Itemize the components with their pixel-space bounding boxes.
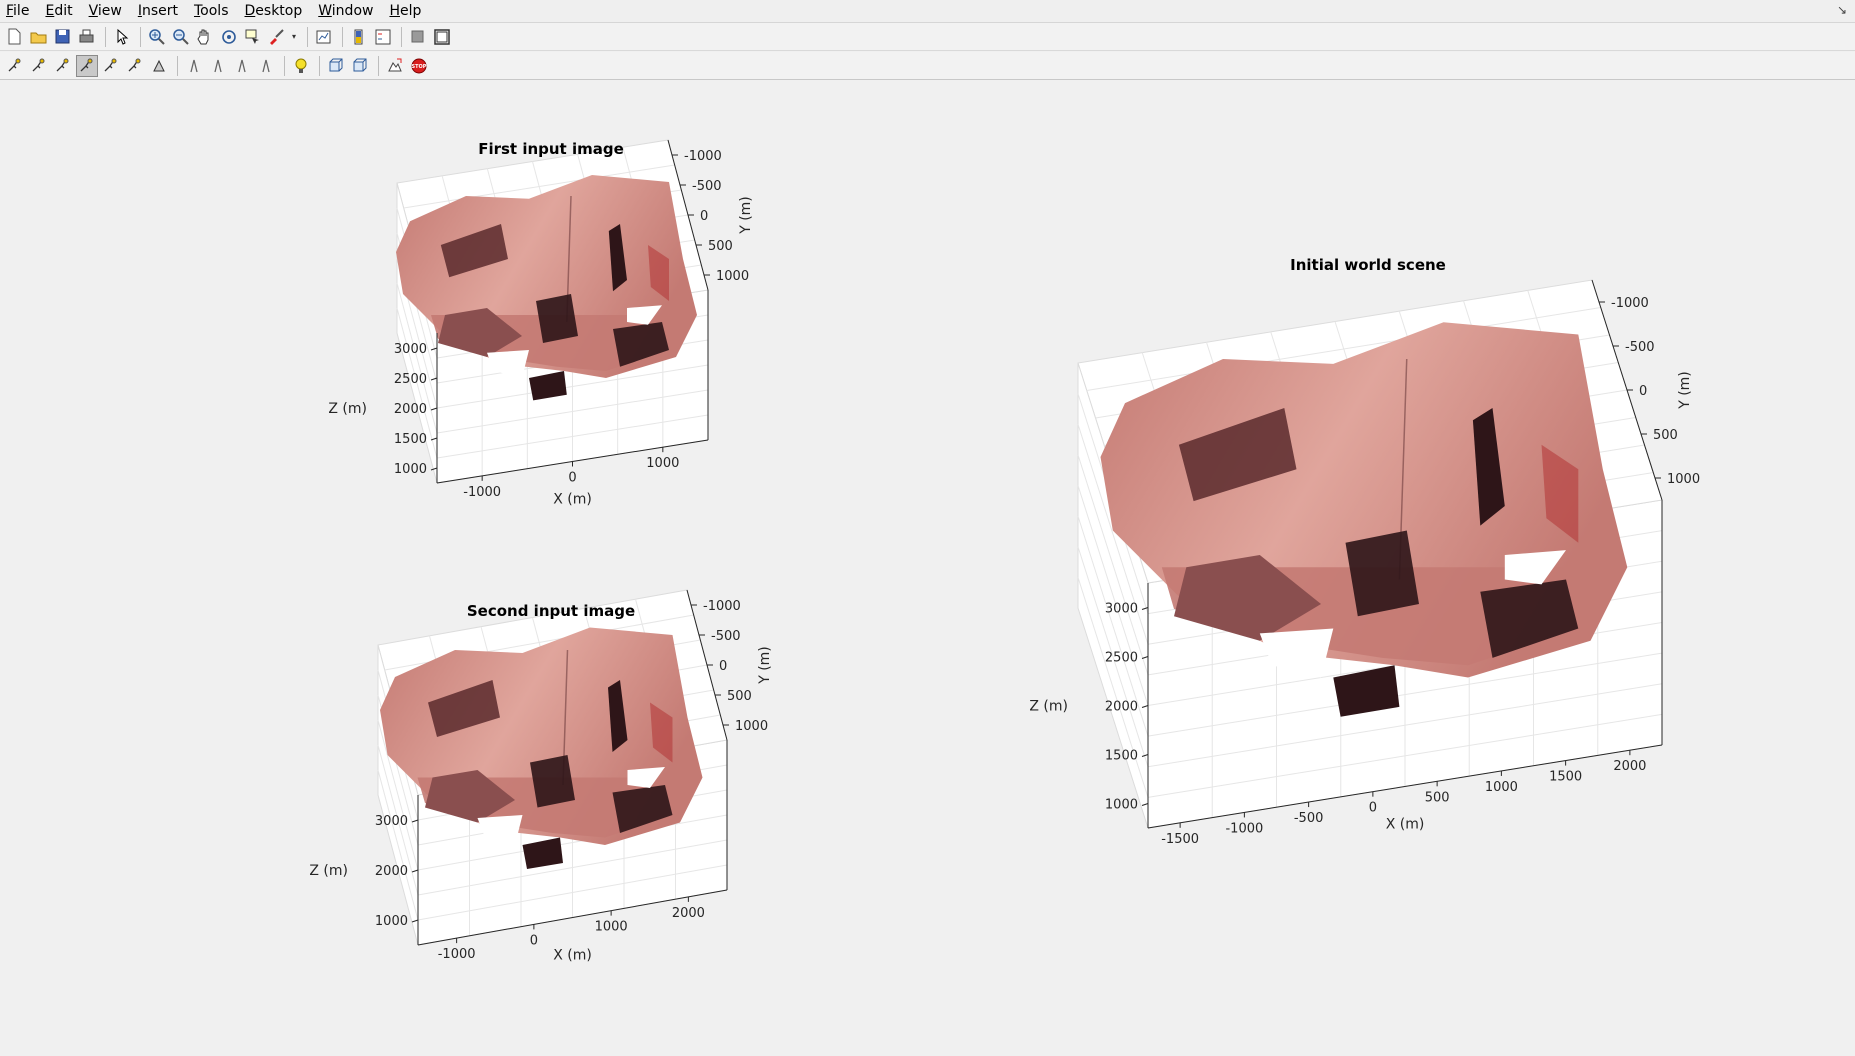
plot-initial-world-scene[interactable]: -1500 -1000 -500 0 500 1000 1500 2000 -1000 -500 0… bbox=[1029, 256, 1700, 847]
desk bbox=[1345, 530, 1419, 617]
z-tick-label: 1500 bbox=[1105, 749, 1138, 764]
z-tick-label: 3000 bbox=[1105, 602, 1138, 617]
x-tick-label: 1000 bbox=[595, 920, 628, 935]
z-tick-label: 2000 bbox=[375, 864, 408, 879]
y-tick-label: 1000 bbox=[1667, 472, 1700, 487]
z-tick-label: 2500 bbox=[394, 372, 427, 387]
y-axis-label: Y (m) bbox=[1677, 371, 1693, 410]
x-tick-label: -1000 bbox=[1225, 821, 1263, 836]
y-tick-label: 0 bbox=[1639, 384, 1647, 399]
x-tick-label: 2000 bbox=[672, 906, 705, 921]
z-tick-label: 1500 bbox=[394, 432, 427, 447]
y-tick-label: -500 bbox=[711, 629, 741, 644]
y-tick-label: 1000 bbox=[735, 719, 768, 734]
z-tick-label: 2000 bbox=[394, 402, 427, 417]
x-tick-label: 0 bbox=[530, 933, 538, 948]
x-axis-label: X (m) bbox=[553, 948, 592, 964]
x-tick-label: 1000 bbox=[1485, 780, 1518, 795]
z-axis-label: Z (m) bbox=[309, 863, 348, 879]
y-tick-label: 0 bbox=[719, 659, 727, 674]
z-tick-label: 1000 bbox=[375, 914, 408, 929]
z-tick-label: 3000 bbox=[375, 814, 408, 829]
x-tick-label: 0 bbox=[1369, 801, 1377, 816]
x-tick-label: 0 bbox=[568, 471, 576, 486]
y-tick-label: 1000 bbox=[716, 269, 749, 284]
desk bbox=[530, 755, 575, 808]
y-tick-label: 0 bbox=[700, 209, 708, 224]
x-tick-label: 2000 bbox=[1613, 759, 1646, 774]
z-tick-label: 2500 bbox=[1105, 651, 1138, 666]
y-tick-label: 500 bbox=[708, 239, 733, 254]
x-tick-label: 1500 bbox=[1549, 770, 1582, 785]
y-axis-label: Y (m) bbox=[738, 196, 754, 235]
x-tick-label: -1000 bbox=[438, 947, 476, 962]
z-tick-label: 1000 bbox=[1105, 798, 1138, 813]
z-tick-label: 3000 bbox=[394, 342, 427, 357]
y-tick-label: -500 bbox=[692, 179, 722, 194]
z-axis-label: Z (m) bbox=[1029, 699, 1068, 715]
plot-title: Initial world scene bbox=[1290, 256, 1446, 274]
y-tick-label: 500 bbox=[1653, 428, 1678, 443]
plot-first-input-image[interactable]: -100001000-1000-500050010003000250020001… bbox=[328, 139, 754, 508]
x-axis-label: X (m) bbox=[553, 492, 592, 508]
x-tick-label: -1500 bbox=[1161, 832, 1199, 847]
desk bbox=[536, 294, 578, 343]
y-axis-label: Y (m) bbox=[757, 646, 773, 685]
x-tick-label: -500 bbox=[1294, 811, 1324, 826]
y-tick-label: 500 bbox=[727, 689, 752, 704]
z-tick-label: 1000 bbox=[394, 462, 427, 477]
y-tick-label: -1000 bbox=[703, 599, 741, 614]
y-tick-label: -1000 bbox=[1611, 296, 1649, 311]
plot-title: Second input image bbox=[467, 602, 635, 620]
z-axis-label: Z (m) bbox=[328, 401, 367, 417]
plot-title: First input image bbox=[478, 140, 624, 158]
x-axis-label: X (m) bbox=[1386, 817, 1425, 833]
x-tick-label: 1000 bbox=[646, 456, 679, 471]
figure-canvas: -100001000-1000-500050010003000250020001… bbox=[309, 139, 1700, 964]
x-tick-label: -1000 bbox=[463, 485, 501, 500]
x-tick-label: 500 bbox=[1425, 790, 1450, 805]
y-tick-label: -500 bbox=[1625, 340, 1655, 355]
plot-second-input-image[interactable]: -1000010002000-1000-50005001000300020001… bbox=[309, 589, 773, 964]
z-tick-label: 2000 bbox=[1105, 700, 1138, 715]
y-tick-label: -1000 bbox=[684, 149, 722, 164]
